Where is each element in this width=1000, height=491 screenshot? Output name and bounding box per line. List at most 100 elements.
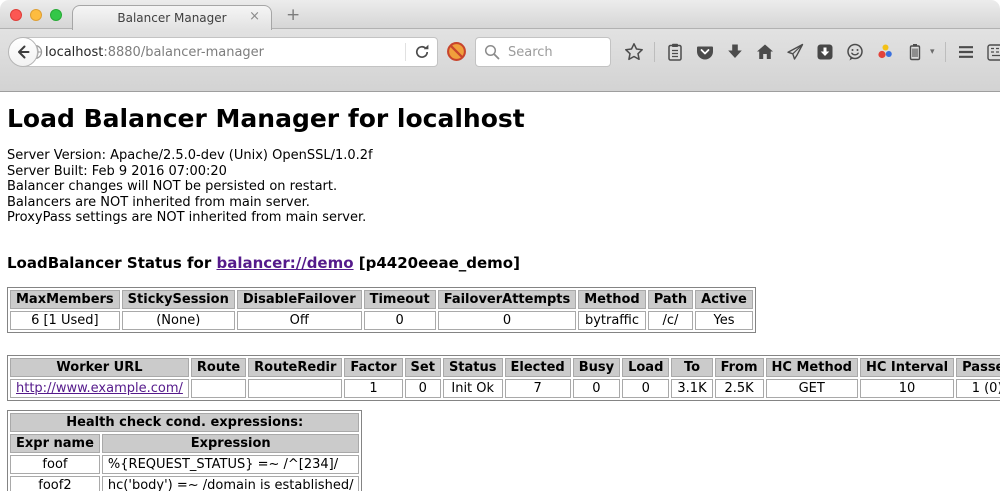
col-load: Load — [622, 358, 669, 377]
table-header-row: Expr name Expression — [10, 434, 359, 453]
cell-worker-url: http://www.example.com/ — [10, 379, 189, 398]
reload-icon[interactable] — [412, 42, 432, 62]
col-passes: Passes — [956, 358, 1000, 377]
cell-timeout: 0 — [364, 311, 436, 330]
cell-status: Init Ok — [443, 379, 503, 398]
info-line: Server Built: Feb 9 2016 07:00:20 — [7, 164, 993, 180]
status-heading-suffix: [p4420eeae_demo] — [359, 254, 520, 272]
col-stickysession: StickySession — [122, 290, 235, 309]
cell-active: Yes — [695, 311, 753, 330]
hello-smiley-icon[interactable] — [845, 42, 865, 62]
close-window-button[interactable] — [10, 9, 22, 21]
navigation-toolbar: localhost:8880/balancer-manager — [0, 29, 1000, 92]
cell-from: 2.5K — [715, 379, 764, 398]
status-heading-prefix: LoadBalancer Status for — [7, 254, 211, 272]
cell-elected: 7 — [505, 379, 571, 398]
col-routeredir: RouteRedir — [248, 358, 342, 377]
col-expression: Expression — [102, 434, 360, 453]
bookmark-star-icon[interactable] — [624, 42, 644, 62]
search-input[interactable] — [506, 44, 602, 61]
col-from: From — [715, 358, 764, 377]
col-disablefailover: DisableFailover — [237, 290, 362, 309]
worker-url-link[interactable]: http://www.example.com/ — [16, 381, 183, 396]
toolbar-divider — [945, 42, 946, 62]
balancer-status-heading: LoadBalancer Status for balancer://demo … — [7, 254, 993, 272]
cell-busy: 0 — [573, 379, 620, 398]
table-header-row: MaxMembers StickySession DisableFailover… — [10, 290, 753, 309]
window-controls — [10, 9, 62, 21]
info-line: ProxyPass settings are NOT inherited fro… — [7, 210, 993, 226]
cell-set: 0 — [405, 379, 441, 398]
table-row: 6 [1 Used] (None) Off 0 0 bytraffic /c/ … — [10, 311, 753, 330]
back-button[interactable] — [8, 37, 38, 67]
cell-expr-name: foof — [10, 455, 100, 474]
tab-bar: Balancer Manager × + — [0, 0, 1000, 29]
col-worker-url: Worker URL — [10, 358, 189, 377]
urlbar-divider — [405, 43, 406, 61]
table-row: http://www.example.com/ 1 0 Init Ok 7 0 … — [10, 379, 1000, 398]
page-title: Load Balancer Manager for localhost — [7, 104, 993, 133]
cell-to: 3.1K — [671, 379, 712, 398]
col-hc-interval: HC Interval — [860, 358, 954, 377]
info-line: Balancers are NOT inherited from main se… — [7, 195, 993, 211]
cell-expression: %{REQUEST_STATUS} =~ /^[234]/ — [102, 455, 360, 474]
cell-hc-interval: 10 — [860, 379, 954, 398]
clipboard-icon[interactable] — [665, 42, 685, 62]
downloads-icon[interactable] — [725, 42, 745, 62]
colored-dots-extension-icon[interactable] — [875, 42, 895, 62]
col-to: To — [671, 358, 712, 377]
col-set: Set — [405, 358, 441, 377]
table-title-row: Health check cond. expressions: — [10, 413, 359, 432]
pocket-icon[interactable] — [695, 42, 715, 62]
cell-stickysession: (None) — [122, 311, 235, 330]
server-info: Server Version: Apache/2.5.0-dev (Unix) … — [7, 148, 993, 226]
url-host: localhost — [45, 45, 103, 60]
search-bar[interactable] — [475, 37, 611, 67]
cell-expression: hc('body') =~ /domain is established/ — [102, 476, 360, 491]
col-busy: Busy — [573, 358, 620, 377]
home-icon[interactable] — [755, 42, 775, 62]
cell-factor: 1 — [344, 379, 402, 398]
toolbar-buttons: ▾ — [624, 37, 1000, 67]
col-path: Path — [648, 290, 693, 309]
balancer-demo-link[interactable]: balancer://demo — [216, 254, 353, 272]
col-timeout: Timeout — [364, 290, 436, 309]
cell-maxmembers: 6 [1 Used] — [10, 311, 120, 330]
info-line: Server Version: Apache/2.5.0-dev (Unix) … — [7, 148, 993, 164]
cell-failoverattempts: 0 — [438, 311, 577, 330]
tab-title: Balancer Manager — [117, 11, 226, 25]
worker-table: Worker URL Route RouteRedir Factor Set S… — [7, 355, 1000, 401]
video-download-helper-icon[interactable] — [815, 42, 835, 62]
plugin-blocked-icon[interactable] — [446, 41, 467, 66]
new-tab-button[interactable]: + — [280, 3, 306, 27]
health-table-title: Health check cond. expressions: — [10, 413, 359, 432]
menu-hamburger-icon[interactable] — [956, 42, 976, 62]
battery-extension-icon[interactable] — [905, 42, 925, 62]
cell-expr-name: foof2 — [10, 476, 100, 491]
url-text: localhost:8880/balancer-manager — [45, 45, 264, 60]
cell-path: /c/ — [648, 311, 693, 330]
col-active: Active — [695, 290, 753, 309]
tab-balancer-manager[interactable]: Balancer Manager × — [72, 5, 272, 30]
toolbar-divider — [654, 42, 655, 62]
cell-route — [191, 379, 246, 398]
zoom-window-button[interactable] — [50, 9, 62, 21]
health-check-table: Health check cond. expressions: Expr nam… — [7, 410, 362, 491]
cell-routeredir — [248, 379, 342, 398]
browser-window: Balancer Manager × + localhost:8880/bala… — [0, 0, 1000, 491]
cell-method: bytraffic — [578, 311, 645, 330]
col-expr-name: Expr name — [10, 434, 100, 453]
overflow-caret-icon[interactable]: ▾ — [930, 47, 935, 57]
send-tab-icon[interactable] — [785, 42, 805, 62]
cell-hc-method: GET — [766, 379, 858, 398]
url-path: :8880/balancer-manager — [103, 45, 264, 60]
keyboard-panel-icon[interactable] — [986, 42, 1000, 62]
url-bar[interactable]: localhost:8880/balancer-manager — [18, 37, 438, 67]
tab-close-icon[interactable]: × — [249, 10, 260, 23]
info-line: Balancer changes will NOT be persisted o… — [7, 179, 993, 195]
col-maxmembers: MaxMembers — [10, 290, 120, 309]
minimize-window-button[interactable] — [30, 9, 42, 21]
balancer-settings-table: MaxMembers StickySession DisableFailover… — [7, 287, 756, 333]
table-row: foof %{REQUEST_STATUS} =~ /^[234]/ — [10, 455, 359, 474]
table-row: foof2 hc('body') =~ /domain is establish… — [10, 476, 359, 491]
